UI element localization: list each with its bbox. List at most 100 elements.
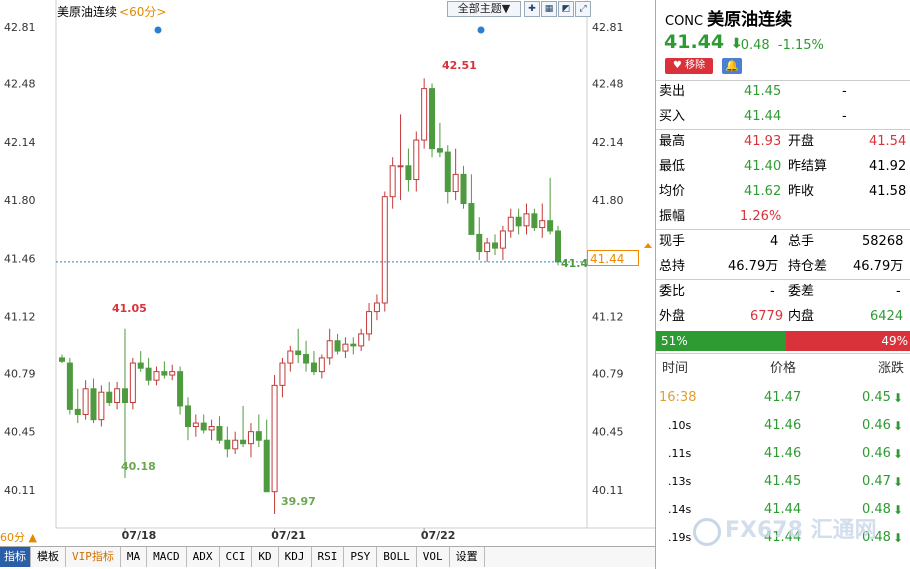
candle-body bbox=[539, 220, 546, 229]
y-tick-label-left: 41.46 bbox=[4, 252, 36, 265]
toolbar-item[interactable]: 模板 bbox=[31, 547, 66, 567]
change-value: -0.48 bbox=[736, 38, 770, 53]
down-arrow-icon: ⬇ bbox=[893, 503, 904, 517]
symbol-header: CONC 美原油连续 bbox=[665, 5, 792, 30]
candle-body bbox=[271, 384, 278, 493]
remove-label: 移除 bbox=[685, 60, 706, 71]
toolbar-item[interactable]: CCI bbox=[220, 547, 253, 567]
candle-body bbox=[247, 431, 254, 445]
candle-body bbox=[255, 431, 262, 441]
candle-body bbox=[444, 151, 451, 193]
candle-body bbox=[208, 426, 215, 431]
candle-body bbox=[358, 333, 365, 347]
candle-body bbox=[555, 230, 561, 263]
toolbar-item[interactable]: RSI bbox=[312, 547, 345, 567]
toolbar-item[interactable]: VIP指标 bbox=[66, 547, 121, 567]
toolbar-item[interactable]: MACD bbox=[147, 547, 187, 567]
y-tick-label-left: 40.79 bbox=[4, 367, 36, 380]
high-label: 42.51 bbox=[442, 59, 477, 72]
toolbar-item[interactable]: KDJ bbox=[279, 547, 312, 567]
tick-row: .13s 41.45 0.47 ⬇ bbox=[656, 468, 910, 496]
period-indicator[interactable]: 60分 ▲ bbox=[0, 529, 37, 545]
candle-body bbox=[310, 362, 317, 373]
outer-inner-row: 外盘 6779 内盘 6424 bbox=[659, 309, 904, 324]
candle-body bbox=[263, 439, 270, 493]
candle-body bbox=[492, 242, 499, 249]
candle-body bbox=[515, 216, 522, 227]
last-price: 41.44 ⬇ bbox=[664, 31, 742, 53]
down-arrow-icon: ⬇ bbox=[893, 391, 904, 405]
price-arrow-icon bbox=[644, 243, 652, 248]
toolbar-item[interactable]: 指标 bbox=[0, 547, 31, 567]
candle-body bbox=[373, 302, 380, 313]
y-tick-label-left: 41.12 bbox=[4, 311, 36, 324]
chart-period[interactable]: <60分> bbox=[119, 5, 166, 19]
zoom-icon[interactable]: ▦ bbox=[541, 1, 557, 17]
price-change: -0.48 -1.15% bbox=[736, 38, 824, 53]
x-tick-label: 07/21 bbox=[271, 529, 306, 542]
left-low-label: 40.18 bbox=[121, 460, 156, 473]
tick-change: 0.46 bbox=[862, 418, 891, 433]
toolbar-item[interactable]: 设置 bbox=[450, 547, 485, 567]
candle-body bbox=[413, 139, 420, 181]
tick-row: .10s 41.46 0.46 ⬇ bbox=[656, 412, 910, 440]
down-arrow-icon: ⬇ bbox=[893, 419, 904, 433]
candle-body bbox=[137, 362, 144, 369]
draw-tool-icon[interactable]: ◩ bbox=[558, 1, 574, 17]
tick-time: 16:38 bbox=[659, 390, 697, 405]
candle-body bbox=[145, 367, 152, 381]
candle-body bbox=[279, 362, 286, 386]
theme-dropdown[interactable]: 全部主题▼ bbox=[447, 1, 521, 17]
toolbar-item[interactable]: PSY bbox=[344, 547, 378, 567]
tick-price: 41.46 bbox=[764, 418, 802, 433]
candle-body bbox=[334, 340, 341, 352]
remove-watch-button[interactable]: ♥ 移除 bbox=[665, 58, 713, 74]
low-settle-row: 最低 41.40 昨结算 41.92 bbox=[659, 159, 907, 174]
candle-body bbox=[303, 353, 310, 364]
chart-area[interactable]: 42.81 42.81 42.48 42.48 42.14 42.14 41.80 41.80… bbox=[0, 0, 655, 569]
fullscreen-icon[interactable]: ⤢ bbox=[575, 1, 591, 17]
hold-row: 总持 46.79万 持仓差 46.79万 bbox=[659, 259, 904, 274]
toolbar-item[interactable]: BOLL bbox=[377, 547, 417, 567]
candle-body bbox=[547, 220, 554, 232]
current-price-tag: 41.44 bbox=[587, 250, 639, 266]
tick-change: 0.46 bbox=[862, 446, 891, 461]
tick-header: 时间 价格 涨跌 bbox=[662, 361, 905, 376]
candle-body bbox=[318, 357, 325, 373]
candle-body bbox=[421, 88, 428, 141]
toolbar-item[interactable]: MA bbox=[121, 547, 148, 567]
alert-bell-icon[interactable]: 🔔 bbox=[722, 58, 742, 74]
y-tick-label-left: 42.14 bbox=[4, 136, 36, 149]
candlestick-chart[interactable]: 42.81 42.81 42.48 42.48 42.14 42.14 41.80 41.80… bbox=[0, 0, 655, 546]
low-label: 39.97 bbox=[281, 495, 316, 508]
candle-body bbox=[507, 216, 514, 232]
candle-body bbox=[350, 343, 357, 347]
chart-title: 美原油连续 <60分> bbox=[57, 3, 166, 20]
candle-body bbox=[452, 173, 459, 193]
candle-body bbox=[74, 408, 81, 416]
tick-row: 16:38 41.47 0.45 ⬇ bbox=[656, 384, 910, 412]
candle-body bbox=[460, 173, 467, 205]
candle-body bbox=[169, 371, 176, 376]
y-tick-label-right: 41.12 bbox=[592, 311, 624, 324]
y-tick-label-right: 42.81 bbox=[592, 21, 624, 34]
change-pct: -1.15% bbox=[777, 38, 824, 53]
candle-body bbox=[499, 230, 506, 249]
y-tick-label-right: 40.11 bbox=[592, 484, 624, 497]
toolbar-item[interactable]: ADX bbox=[187, 547, 220, 567]
candle-body bbox=[342, 343, 349, 352]
quote-panel: CONC 美原油连续 41.44 ⬇ -0.48 -1.15% ♥ 移除 🔔 卖出… bbox=[655, 0, 910, 569]
crosshair-icon[interactable]: ✚ bbox=[524, 1, 540, 17]
down-arrow-icon: ⬇ bbox=[893, 531, 904, 545]
candle-body bbox=[82, 388, 89, 416]
sell-ratio-bar: 49% bbox=[786, 331, 910, 351]
tick-price: 41.46 bbox=[764, 446, 802, 461]
event-marker-dot bbox=[154, 26, 162, 34]
candle-body bbox=[161, 371, 168, 376]
candle-body bbox=[326, 340, 333, 359]
x-tick-label: 07/18 bbox=[122, 529, 157, 542]
down-arrow-icon: ⬇ bbox=[893, 447, 904, 461]
tick-time: .19s bbox=[668, 531, 692, 544]
toolbar-item[interactable]: KD bbox=[252, 547, 279, 567]
toolbar-item[interactable]: VOL bbox=[417, 547, 450, 567]
